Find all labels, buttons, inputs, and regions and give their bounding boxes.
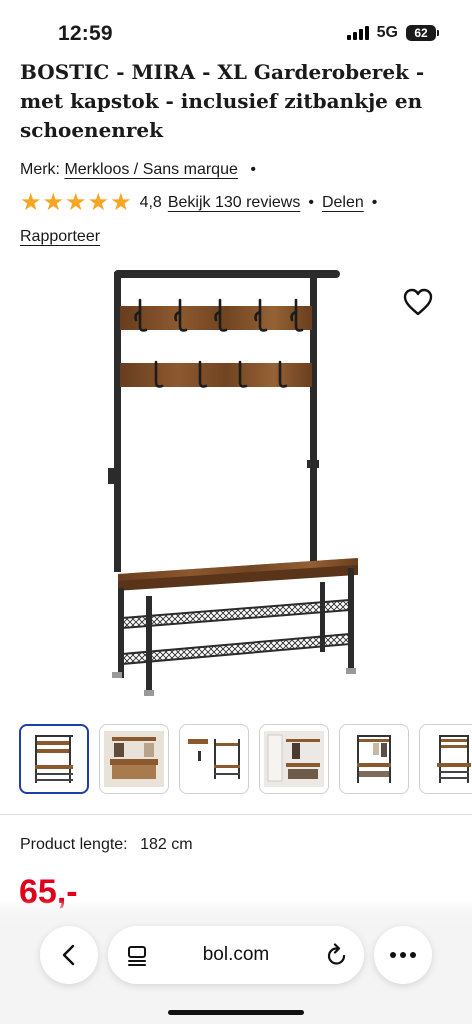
- thumbnail-1[interactable]: [19, 724, 89, 794]
- ellipsis-icon: [390, 952, 416, 958]
- reviews-link[interactable]: Bekijk 130 reviews: [168, 192, 301, 214]
- coat-rack-front-thumbnail: [35, 735, 73, 783]
- more-options-button[interactable]: [374, 926, 432, 984]
- thumbnail-strip: [19, 724, 472, 794]
- battery-icon: 62: [406, 25, 439, 41]
- share-link[interactable]: Delen: [322, 192, 364, 214]
- star-icon: ★: [42, 189, 65, 216]
- thumbnail-2[interactable]: [99, 724, 169, 794]
- product-image[interactable]: [100, 262, 370, 702]
- divider: [0, 814, 472, 815]
- coat-rack-bench-illustration: [108, 270, 358, 696]
- home-indicator: [168, 1010, 304, 1015]
- thumbnail-4[interactable]: [259, 724, 329, 794]
- rating-stars: ★ ★ ★ ★ ★: [20, 189, 132, 216]
- cellular-signal-icon: [346, 26, 369, 40]
- thumbnail-6[interactable]: [419, 724, 472, 794]
- favorite-button[interactable]: [400, 284, 436, 320]
- thumbnail-3[interactable]: [179, 724, 249, 794]
- status-indicators: 5G 62: [346, 24, 439, 42]
- brand-link[interactable]: Merkloos / Sans marque: [64, 161, 237, 178]
- product-length-spec: Product lengte: 182 cm: [20, 836, 193, 854]
- separator: •: [308, 194, 314, 211]
- rating-line: ★ ★ ★ ★ ★ 4,8 Bekijk 130 reviews • Delen…: [20, 189, 385, 216]
- brand-line: Merk: Merkloos / Sans marque •: [20, 159, 264, 181]
- status-bar: 12:59 5G 62: [0, 0, 472, 58]
- status-time: 12:59: [58, 22, 113, 45]
- report-link[interactable]: Rapporteer: [20, 228, 100, 245]
- coat-rack-with-items-thumbnail: [357, 735, 391, 783]
- address-bar[interactable]: bol.com: [108, 926, 364, 984]
- reload-icon[interactable]: [326, 943, 348, 967]
- separator: •: [371, 194, 378, 211]
- dimensions-diagram-thumbnail: [188, 739, 240, 779]
- brand-label: Merk:: [20, 161, 60, 178]
- report-line: Rapporteer: [20, 226, 100, 248]
- chevron-left-icon: [62, 944, 75, 966]
- separator: •: [250, 161, 256, 178]
- room-scene-thumbnail: [104, 731, 164, 787]
- thumbnail-5[interactable]: [339, 724, 409, 794]
- spec-value: 182 cm: [140, 836, 193, 853]
- hallway-scene-thumbnail: [264, 731, 324, 787]
- star-icon: ★: [20, 189, 42, 216]
- star-icon: ★: [87, 189, 110, 216]
- star-icon: ★: [65, 189, 87, 216]
- network-type: 5G: [376, 24, 398, 41]
- back-button[interactable]: [40, 926, 98, 984]
- battery-level: 62: [414, 26, 428, 40]
- spec-label: Product lengte:: [20, 836, 128, 853]
- product-title: BOSTIC - MIRA - XL Garderoberek - met ka…: [20, 60, 425, 142]
- heart-outline-icon: [403, 288, 433, 316]
- star-icon: ★: [110, 189, 132, 216]
- rating-value: 4,8: [139, 194, 162, 211]
- coat-rack-side-thumbnail: [437, 735, 471, 783]
